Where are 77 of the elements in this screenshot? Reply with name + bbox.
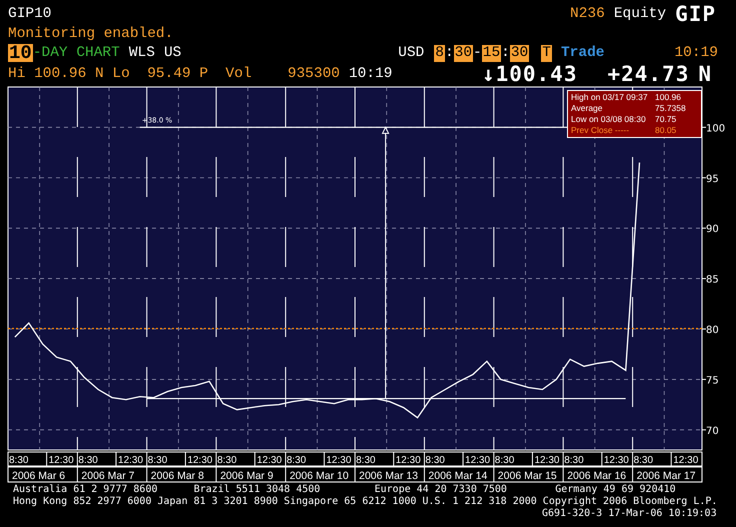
mode-label: Trade (560, 45, 604, 61)
session-separator: - (473, 44, 482, 62)
status-message: Monitoring enabled. (8, 26, 174, 42)
stat-label: Prev Close ----- (571, 125, 630, 136)
stat-value: 70.75 (655, 114, 676, 125)
session-time-field[interactable]: 30 (454, 44, 474, 62)
date-label: 2006 Mar 14 (428, 470, 488, 482)
y-tick-label: 95 (706, 174, 719, 185)
quote-time: 10:19 (348, 66, 392, 82)
date-label: 2006 Mar 7 (81, 470, 135, 482)
x-tick-label: 8:30 (564, 455, 584, 466)
y-tick-label: 100 (706, 123, 726, 134)
date-label: 2006 Mar 8 (150, 470, 204, 482)
x-tick-label: 12:30 (673, 455, 698, 466)
last-price: ↓100.43 (482, 62, 578, 86)
x-tick-label: 12:30 (396, 455, 421, 466)
date-label: 2006 Mar 9 (220, 470, 274, 482)
x-tick-label: 8:30 (286, 455, 306, 466)
office-phone: Germany 49 69 920410 (555, 484, 677, 496)
header-time: 10:19 (674, 45, 718, 61)
stat-value: 75.7358 (655, 103, 686, 114)
session-time-field[interactable]: 8 (434, 44, 445, 62)
currency: USD (398, 45, 424, 61)
y-tick-label: 75 (706, 375, 719, 386)
x-tick-label: 12:30 (48, 455, 74, 466)
price-change: +24.73 (607, 62, 690, 86)
x-tick-label: 8:30 (356, 455, 376, 466)
x-tick-label: 8:30 (634, 455, 654, 466)
stat-label: Low on 03/08 08:30 (571, 114, 647, 125)
date-label: 2006 Mar 13 (359, 470, 418, 482)
stat-value: 80.05 (655, 125, 676, 136)
x-tick-label: 8:30 (425, 455, 445, 466)
office-phone: Australia 61 2 9777 8600 (13, 484, 158, 496)
date-label: 2006 Mar 17 (636, 470, 696, 482)
session-time-field[interactable]: 30 (510, 44, 530, 62)
date-label: 2006 Mar 6 (12, 470, 66, 482)
session-separator: : (444, 44, 454, 62)
x-tick-label: 8:30 (494, 455, 514, 466)
ticker: GIP (675, 2, 716, 26)
days-field[interactable]: 10 (8, 44, 33, 62)
mode-key[interactable]: T (541, 44, 552, 62)
x-tick-label: 12:30 (465, 455, 490, 466)
x-tick-label: 8:30 (148, 455, 168, 466)
x-tick-label: 8:30 (217, 455, 237, 466)
flag-label: WLS (128, 45, 155, 61)
y-tick-label: 70 (706, 426, 719, 437)
source-code: N236 (570, 6, 605, 22)
session-time-field[interactable]: 15 (482, 44, 502, 62)
office-phone: Brazil 5511 3048 4500 (194, 484, 322, 496)
date-label: 2006 Mar 10 (290, 470, 349, 482)
x-tick-label: 12:30 (256, 455, 282, 466)
office-phone: Europe 44 20 7330 7500 (374, 484, 508, 496)
session-separator: : (501, 44, 510, 62)
hi-lo-summary: Hi 100.96 N Lo 95.49 P Vol (8, 66, 252, 82)
stat-label: High on 03/17 09:37 (571, 92, 649, 103)
x-tick-label: 12:30 (187, 455, 212, 466)
x-tick-label: 12:30 (118, 455, 144, 466)
security-code: GIP10 (8, 6, 52, 22)
timestamp-text: G691-320-3 17-Mar-06 10:19:03 (542, 508, 717, 519)
volume: 935300 (288, 66, 340, 82)
y-tick-label: 90 (706, 224, 719, 236)
x-tick-label: 12:30 (326, 455, 352, 466)
x-tick-label: 8:30 (9, 455, 28, 466)
stat-value: 100.96 (655, 92, 681, 103)
y-tick-label: 85 (706, 274, 719, 286)
market-sector: Equity (614, 6, 666, 22)
x-tick-label: 8:30 (78, 455, 98, 466)
date-label: 2006 Mar 16 (567, 470, 626, 482)
flag-label: US (164, 45, 182, 61)
x-tick-label: 12:30 (604, 455, 629, 466)
office-phones-text: Hong Kong 852 2977 6000 Japan 81 3 3201 8900 Singapore 65 6212 1000 U.S. 1 212 318 2000 Copyright 2006 Bloomberg L.P. (13, 496, 718, 507)
y-tick-label: 80 (706, 325, 719, 336)
stat-label: Average (571, 103, 604, 114)
date-label: 2006 Mar 15 (498, 470, 557, 482)
exchange-code: N (698, 62, 712, 86)
chart-type: -DAY CHART (32, 45, 120, 61)
x-tick-label: 12:30 (534, 455, 560, 466)
